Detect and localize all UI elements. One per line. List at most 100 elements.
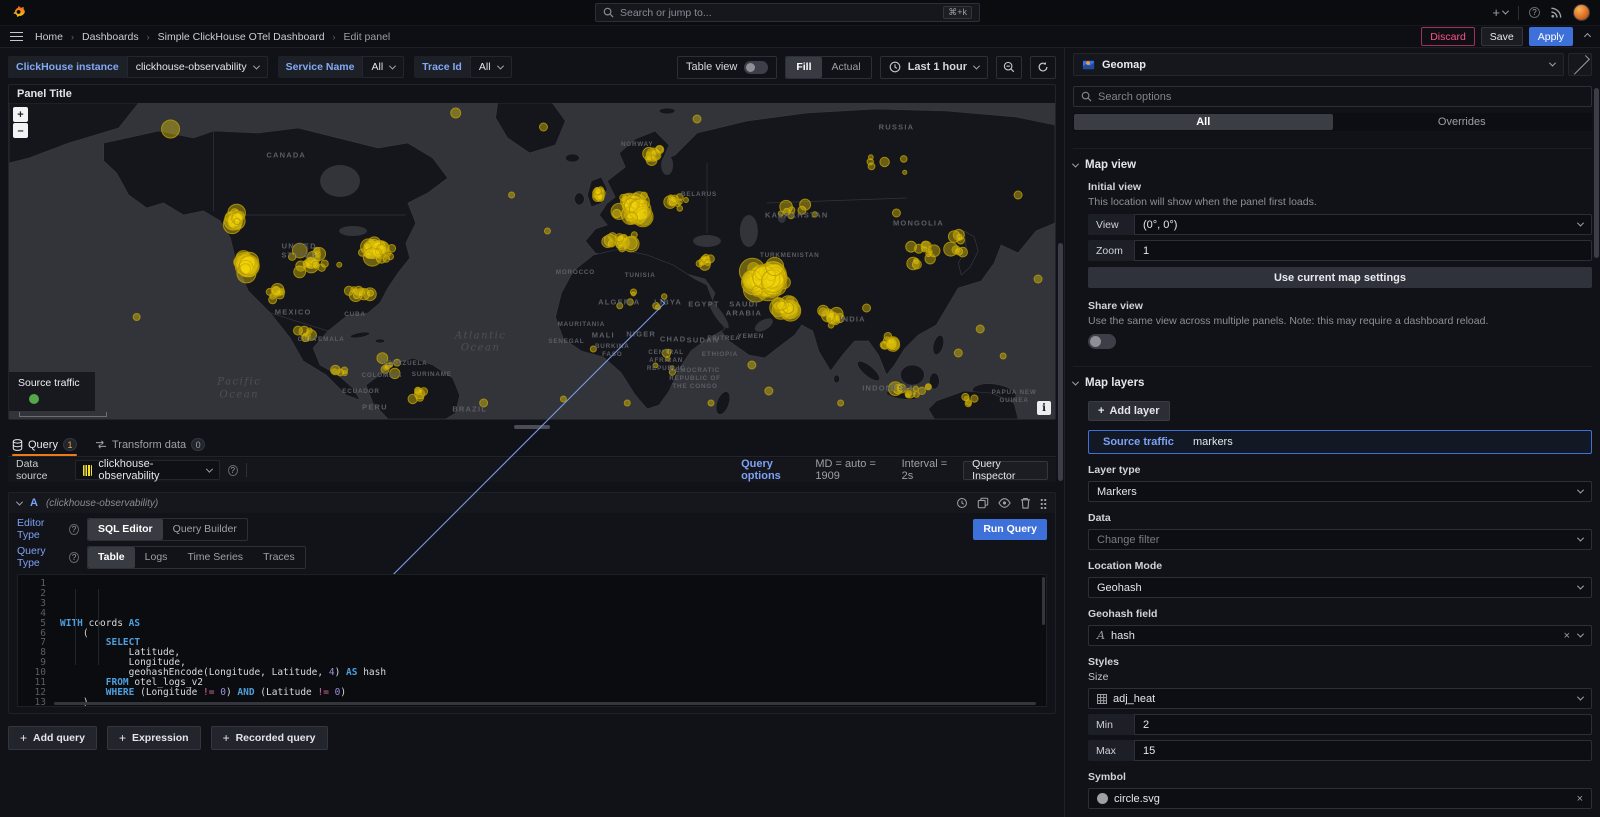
zoom-out-time-button[interactable] [996,56,1022,79]
editor-type-sql-editor[interactable]: SQL Editor [88,519,163,540]
query-type-time-series[interactable]: Time Series [177,547,253,568]
save-button[interactable]: Save [1481,27,1523,46]
collapse-pane-button[interactable] [1568,53,1592,76]
variable-value-dropdown[interactable]: clickhouse-observability [127,56,268,78]
max-inline-label: Max [1088,740,1134,761]
query-type-label: Query Type [17,545,64,569]
user-avatar[interactable] [1573,4,1590,21]
editor-type-help-icon[interactable]: ? [69,524,79,535]
geomap-canvas[interactable]: RUSSIACANADAUNITED STATESMEXICOGUATEMALA… [9,103,1055,419]
query-type-table[interactable]: Table [88,547,135,568]
zoom-input[interactable]: 1 [1134,240,1592,261]
country-label: TUNISIA [625,272,656,280]
recorded-query-button[interactable]: +Recorded query [211,726,328,750]
layer-item-source-traffic[interactable]: Source traffic markers [1088,430,1592,454]
visualization-picker[interactable]: Geomap [1073,53,1564,76]
sql-vertical-scrollbar[interactable] [1042,577,1045,625]
query-type-help-icon[interactable]: ? [69,552,79,563]
share-view-toggle[interactable] [1088,334,1116,349]
variable-value-dropdown[interactable]: All [470,56,512,78]
chevron-down-icon[interactable] [1549,60,1556,67]
breadcrumb-dashboard-name[interactable]: Simple ClickHouse OTel Dashboard [158,31,325,43]
add-layer-button[interactable]: +Add layer [1088,401,1170,421]
actual-option[interactable]: Actual [822,57,871,78]
datasource-help-icon[interactable]: ? [228,465,238,476]
editor-type-query-builder[interactable]: Query Builder [163,519,247,540]
map-attribution-button[interactable]: i [1037,401,1051,415]
options-search-input[interactable]: Search options [1073,86,1592,107]
map-zoom-in-button[interactable]: + [13,107,28,122]
tab-overrides[interactable]: Overrides [1333,114,1592,130]
max-input[interactable]: 15 [1134,740,1592,761]
section-map-view[interactable]: Map view [1073,148,1592,171]
refresh-button[interactable] [1030,56,1056,79]
clear-icon[interactable]: × [1577,793,1583,805]
news-icon[interactable] [1550,6,1563,19]
query-options-toggle[interactable]: Query options [741,458,807,482]
drag-handle-icon[interactable] [1040,498,1047,509]
grafana-logo-icon[interactable] [10,4,27,21]
country-label: INDIA [839,314,865,323]
use-current-map-settings-button[interactable]: Use current map settings [1088,267,1592,288]
location-mode-select[interactable]: Geohash [1088,577,1592,598]
clear-icon[interactable]: × [1564,630,1570,642]
breadcrumb-separator: › [147,32,150,42]
initial-view-label: Initial view [1088,181,1592,193]
sql-code[interactable]: WITH coords AS ( SELECT Latitude, Longit… [52,575,1046,706]
country-label: GUATEMALA [298,336,345,344]
add-query-button[interactable]: +Add query [8,726,97,750]
add-menu-button[interactable]: + [1492,5,1508,20]
fill-option[interactable]: Fill [786,57,821,78]
tab-all[interactable]: All [1074,114,1333,130]
tab-query[interactable]: Query 1 [12,438,77,456]
country-label: MALI [592,330,615,339]
min-input[interactable]: 2 [1134,714,1592,735]
run-query-button[interactable]: Run Query [973,519,1047,540]
variable-label: ClickHouse instance [8,56,127,78]
country-label: SURINAME [412,371,452,379]
global-search-input[interactable]: Search or jump to... ⌘+k [595,3,980,22]
panel-header[interactable]: Panel Title [9,85,1055,103]
view-select[interactable]: (0°, 0°) [1134,214,1592,235]
datasource-picker[interactable]: clickhouse-observability [75,460,220,480]
geohash-field-select[interactable]: A hash × [1088,625,1592,646]
query-row-header[interactable]: A (clickhouse-observability) [9,493,1055,513]
menu-icon[interactable] [10,32,23,41]
variable-value-dropdown[interactable]: All [362,56,404,78]
sql-editor[interactable]: 123456789101112131415 WITH coords AS ( S… [17,574,1047,707]
trash-icon[interactable] [1020,497,1031,509]
query-footer-buttons: +Add query +Expression +Recorded query [8,726,1056,750]
query-type-logs[interactable]: Logs [135,547,178,568]
left-pane-scrollbar[interactable] [1058,243,1063,481]
breadcrumb-home[interactable]: Home [35,31,63,43]
help-icon[interactable]: ? [1529,7,1540,18]
breadcrumb-dashboards[interactable]: Dashboards [82,31,139,43]
options-pane-scrollbar[interactable] [1594,88,1599,258]
size-field-select[interactable]: adj_heat [1088,688,1592,709]
query-type-traces[interactable]: Traces [253,547,305,568]
collapse-options-icon[interactable] [1584,33,1591,40]
toggle-knob[interactable] [744,61,768,74]
breadcrumb-separator: › [333,32,336,42]
data-filter-select[interactable]: Change filter [1088,529,1592,550]
query-inspector-button[interactable]: Query Inspector [963,461,1048,480]
time-range-picker[interactable]: Last 1 hour [880,56,988,79]
country-label: CANADA [266,150,306,159]
expression-button[interactable]: +Expression [107,726,201,750]
discard-button[interactable]: Discard [1421,27,1475,46]
table-view-toggle[interactable]: Table view [677,56,777,79]
apply-button[interactable]: Apply [1529,27,1573,46]
chevron-down-icon[interactable] [1577,631,1584,638]
tab-transform-data[interactable]: Transform data 0 [95,438,205,456]
clock-icon [889,61,901,73]
collapse-query-icon[interactable] [16,498,23,505]
section-map-layers[interactable]: Map layers [1073,366,1592,389]
duplicate-icon[interactable] [977,497,989,509]
layer-type-select[interactable]: Markers [1088,481,1592,502]
map-zoom-out-button[interactable]: – [13,123,28,138]
eye-icon[interactable] [998,497,1011,509]
history-icon[interactable] [956,497,968,509]
country-label: ERITREA [707,335,740,343]
sql-horizontal-scrollbar[interactable] [54,702,1036,705]
symbol-select[interactable]: circle.svg × [1088,788,1592,809]
